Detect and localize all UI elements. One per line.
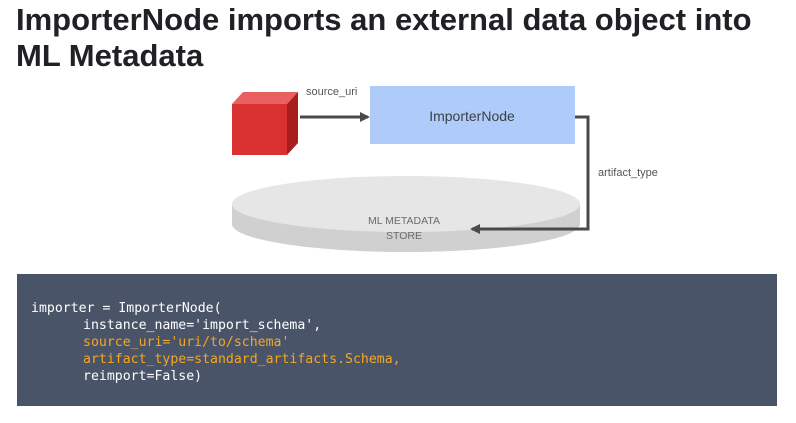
code-line: source_uri='uri/to/schema': [83, 335, 290, 350]
code-line: artifact_type=standard_artifacts.Schema,: [83, 352, 401, 367]
code-line: instance_name='import_schema',: [83, 318, 322, 333]
cube-front: [232, 104, 287, 155]
importer-node-label: ImporterNode: [429, 108, 515, 124]
metadata-store: ML METADATA STORE: [232, 176, 580, 252]
cube-top: [232, 92, 298, 104]
store-label-line1: ML METADATA: [368, 215, 440, 227]
code-line: importer = ImporterNode(: [31, 301, 222, 316]
store-label-line2: STORE: [386, 230, 422, 242]
source-uri-label: source_uri: [306, 86, 357, 98]
importer-diagram: ML METADATA STORE source_uri ImporterNod…: [232, 86, 658, 252]
code-panel: importer = ImporterNode( instance_name='i…: [17, 274, 777, 406]
cube-icon: [232, 92, 298, 155]
importer-node-box: ImporterNode: [370, 86, 575, 144]
code-line: reimport=False): [83, 369, 203, 384]
artifact-type-label: artifact_type: [598, 167, 658, 179]
